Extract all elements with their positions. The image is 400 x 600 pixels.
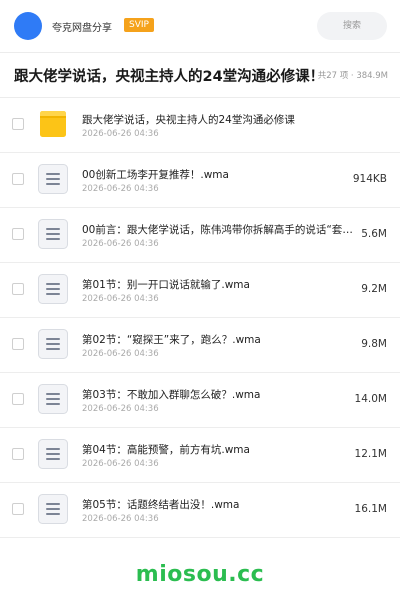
file-date: 2026-06-26 04:36 xyxy=(82,294,159,304)
row-checkbox[interactable] xyxy=(12,448,24,460)
file-size: 914KB xyxy=(352,173,387,185)
row-checkbox[interactable] xyxy=(12,173,24,185)
file-size: 9.8M xyxy=(361,338,387,350)
audio-file-icon xyxy=(37,218,69,250)
row-checkbox[interactable] xyxy=(12,283,24,295)
file-date: 2026-06-26 04:36 xyxy=(82,129,159,139)
file-date: 2026-06-26 04:36 xyxy=(82,239,159,249)
file-row[interactable]: 第01节：别一开口说话就输了.wma 2026-06-26 04:36 9.2M xyxy=(0,263,400,318)
file-size: 12.1M xyxy=(354,448,387,460)
file-name: 00前言：跟大佬学说话，陈伟鸿带你拆解高手的说话“套路”.wma xyxy=(82,224,354,236)
file-list: 跟大佬学说话，央视主持人的24堂沟通必修课 2026-06-26 04:36 00创… xyxy=(0,98,400,538)
file-date: 2026-06-26 04:36 xyxy=(82,404,159,414)
file-row[interactable]: 00前言：跟大佬学说话，陈伟鸿带你拆解高手的说话“套路”.wma 2026-06-… xyxy=(0,208,400,263)
brand-name: 夸克网盘分享 xyxy=(52,23,112,34)
file-name: 第04节：高能预警，前方有坑.wma xyxy=(82,444,250,456)
file-size: 9.2M xyxy=(361,283,387,295)
audio-file-icon xyxy=(37,273,69,305)
watermark: miosou.cc xyxy=(135,562,265,587)
audio-file-icon xyxy=(37,438,69,470)
row-checkbox[interactable] xyxy=(12,503,24,515)
audio-file-icon xyxy=(37,383,69,415)
file-date: 2026-06-26 04:36 xyxy=(82,184,159,194)
file-row[interactable]: 00创新工场李开复推荐！.wma 2026-06-26 04:36 914KB xyxy=(0,153,400,208)
file-name: 第02节：“窥探王”来了，跑么？.wma xyxy=(82,334,261,346)
file-name: 第01节：别一开口说话就输了.wma xyxy=(82,279,250,291)
file-date: 2026-06-26 04:36 xyxy=(82,349,159,359)
file-size: 14.0M xyxy=(354,393,387,405)
file-size: 5.6M xyxy=(361,228,387,240)
audio-file-icon xyxy=(37,163,69,195)
row-checkbox[interactable] xyxy=(12,118,24,130)
svip-badge: SVIP xyxy=(124,18,154,32)
avatar[interactable] xyxy=(14,12,42,40)
row-checkbox[interactable] xyxy=(12,338,24,350)
file-row[interactable]: 第05节：话题终结者出没！.wma 2026-06-26 04:36 16.1M xyxy=(0,483,400,538)
file-name: 跟大佬学说话，央视主持人的24堂沟通必修课 xyxy=(82,114,295,126)
page-title: 跟大佬学说话，央视主持人的24堂沟通必修课！ xyxy=(14,69,325,85)
file-row[interactable]: 第03节：不敢加入群聊怎么破？.wma 2026-06-26 04:36 14.0M xyxy=(0,373,400,428)
file-date: 2026-06-26 04:36 xyxy=(82,459,159,469)
file-row[interactable]: 第02节：“窥探王”来了，跑么？.wma 2026-06-26 04:36 9.8M xyxy=(0,318,400,373)
folder-icon xyxy=(37,108,69,140)
file-name: 第03节：不敢加入群聊怎么破？.wma xyxy=(82,389,261,401)
file-row[interactable]: 第04节：高能预警，前方有坑.wma 2026-06-26 04:36 12.1M xyxy=(0,428,400,483)
audio-file-icon xyxy=(37,493,69,525)
folder-header: 跟大佬学说话，央视主持人的24堂沟通必修课！ 共27 项 · 384.9M xyxy=(0,53,400,97)
search-input[interactable] xyxy=(317,12,387,40)
row-checkbox[interactable] xyxy=(12,393,24,405)
top-bar: 夸克网盘分享 SVIP xyxy=(0,0,400,52)
file-row[interactable]: 跟大佬学说话，央视主持人的24堂沟通必修课 2026-06-26 04:36 xyxy=(0,98,400,153)
file-name: 第05节：话题终结者出没！.wma xyxy=(82,499,240,511)
file-date: 2026-06-26 04:36 xyxy=(82,514,159,524)
file-size: 16.1M xyxy=(354,503,387,515)
folder-meta: 共27 项 · 384.9M xyxy=(317,71,388,81)
audio-file-icon xyxy=(37,328,69,360)
row-checkbox[interactable] xyxy=(12,228,24,240)
file-name: 00创新工场李开复推荐！.wma xyxy=(82,169,229,181)
